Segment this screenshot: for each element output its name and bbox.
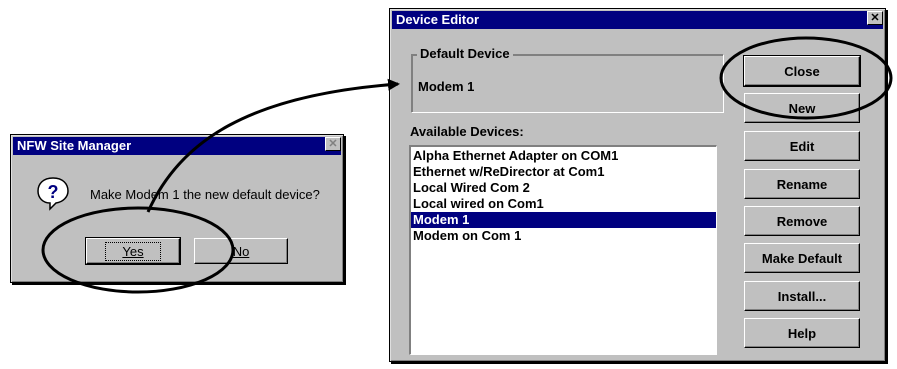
close-icon[interactable]: ✕ bbox=[325, 137, 341, 151]
question-icon: ? bbox=[37, 177, 69, 211]
nfw-dialog-titlebar[interactable]: NFW Site Manager bbox=[13, 137, 341, 155]
default-device-value: Modem 1 bbox=[418, 79, 475, 94]
list-item[interactable]: Modem on Com 1 bbox=[411, 228, 716, 244]
edit-button[interactable]: Edit bbox=[744, 131, 860, 161]
no-button[interactable]: No bbox=[194, 238, 288, 264]
new-button[interactable]: New bbox=[744, 93, 860, 123]
make-default-button-label: Make Default bbox=[761, 250, 843, 266]
list-item-selected[interactable]: Modem 1 bbox=[411, 212, 716, 228]
edit-button-label: Edit bbox=[789, 138, 815, 154]
device-editor-titlebar[interactable]: Device Editor bbox=[392, 11, 883, 29]
nfw-site-manager-dialog: NFW Site Manager ✕ ? Make Modem 1 the ne… bbox=[10, 134, 344, 283]
list-item[interactable]: Local Wired Com 2 bbox=[411, 180, 716, 196]
list-item[interactable]: Local wired on Com1 bbox=[411, 196, 716, 212]
list-item[interactable]: Ethernet w/ReDirector at Com1 bbox=[411, 164, 716, 180]
remove-button[interactable]: Remove bbox=[744, 206, 860, 236]
yes-button-focus: Yes bbox=[105, 241, 161, 261]
help-button[interactable]: Help bbox=[744, 318, 860, 348]
close-button[interactable]: Close bbox=[743, 55, 861, 87]
device-editor-window: Device Editor ✕ Default Device Modem 1 A… bbox=[389, 8, 886, 362]
no-button-label: No bbox=[232, 243, 250, 259]
device-editor-title: Device Editor bbox=[396, 12, 480, 27]
install-button[interactable]: Install... bbox=[744, 281, 860, 311]
default-device-group-label: Default Device bbox=[417, 46, 513, 61]
install-button-label: Install... bbox=[777, 288, 827, 304]
close-button-label: Close bbox=[784, 63, 820, 79]
list-item[interactable]: Alpha Ethernet Adapter on COM1 bbox=[411, 148, 716, 164]
new-button-label: New bbox=[788, 100, 816, 116]
question-glyph: ? bbox=[48, 182, 59, 202]
make-default-button[interactable]: Make Default bbox=[744, 243, 860, 273]
nfw-dialog-title: NFW Site Manager bbox=[17, 138, 132, 153]
nfw-dialog-message: Make Modem 1 the new default device? bbox=[90, 187, 320, 202]
available-devices-label: Available Devices: bbox=[410, 124, 524, 139]
rename-button-label: Rename bbox=[776, 176, 828, 192]
help-button-label: Help bbox=[787, 325, 817, 341]
rename-button[interactable]: Rename bbox=[744, 169, 860, 199]
yes-button[interactable]: Yes bbox=[85, 237, 181, 265]
available-devices-list[interactable]: Alpha Ethernet Adapter on COM1 Ethernet … bbox=[409, 145, 717, 355]
close-icon[interactable]: ✕ bbox=[867, 11, 883, 25]
yes-button-label: Yes bbox=[122, 243, 144, 259]
remove-button-label: Remove bbox=[776, 213, 828, 229]
